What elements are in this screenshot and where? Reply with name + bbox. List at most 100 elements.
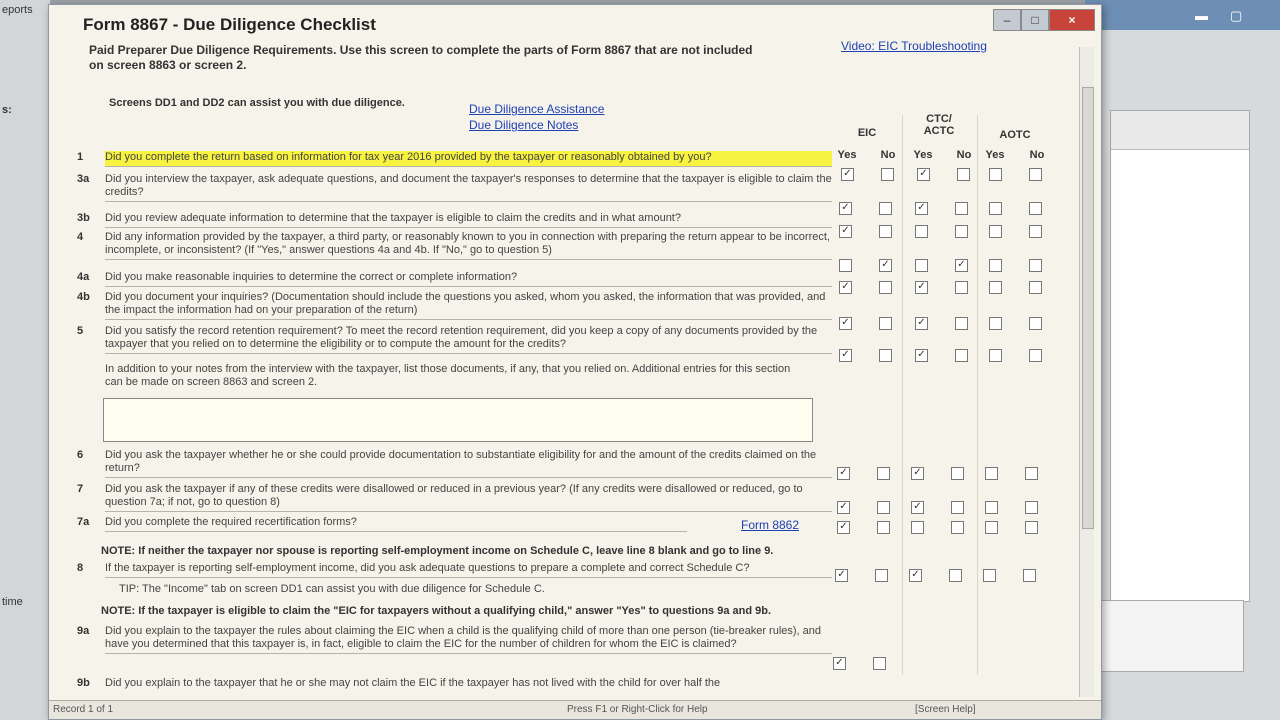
- maximize-icon[interactable]: ▢: [1230, 8, 1242, 24]
- q3b-eic-no-checkbox[interactable]: [879, 225, 892, 238]
- q5-aotc-no-checkbox[interactable]: [1029, 349, 1042, 362]
- question-text: Did you ask the taxpayer whether he or s…: [105, 449, 832, 478]
- q3a-aotc-no-checkbox[interactable]: [1029, 202, 1042, 215]
- q7a-ctc-yes-checkbox[interactable]: [911, 521, 924, 534]
- q7a-aotc-yes-checkbox[interactable]: [985, 521, 998, 534]
- q4b-ctc-no-checkbox[interactable]: [955, 317, 968, 330]
- q7a-eic-yes-checkbox[interactable]: [837, 521, 850, 534]
- screen-help-button[interactable]: [Screen Help]: [915, 704, 976, 715]
- q7a-eic-no-checkbox[interactable]: [877, 521, 890, 534]
- video-eic-link[interactable]: Video: EIC Troubleshooting: [841, 39, 987, 53]
- q7a-aotc-no-checkbox[interactable]: [1025, 521, 1038, 534]
- q7-eic-no-checkbox[interactable]: [877, 501, 890, 514]
- q3a-ctc-no-checkbox[interactable]: [955, 202, 968, 215]
- q3b-ctc-no-checkbox[interactable]: [955, 225, 968, 238]
- q1-eic-yes-checkbox[interactable]: [841, 168, 854, 181]
- vertical-scrollbar[interactable]: [1079, 47, 1094, 697]
- q5-eic-no-checkbox[interactable]: [879, 349, 892, 362]
- tip-line-8: TIP: The "Income" tab on screen DD1 can …: [119, 583, 545, 595]
- q4a-aotc-yes-checkbox[interactable]: [989, 281, 1002, 294]
- q1-aotc-no-checkbox[interactable]: [1029, 168, 1042, 181]
- q6-aotc-yes-checkbox[interactable]: [985, 467, 998, 480]
- q6-eic-yes-checkbox[interactable]: [837, 467, 850, 480]
- question-number: 9a: [77, 625, 90, 637]
- q3b-eic-yes-checkbox[interactable]: [839, 225, 852, 238]
- q7a-ctc-no-checkbox[interactable]: [951, 521, 964, 534]
- q4-ctc-no-checkbox[interactable]: [955, 259, 968, 272]
- question-row-4b: 4b Did you document your inquiries? (Doc…: [77, 291, 832, 320]
- q8-ctc-no-checkbox[interactable]: [949, 569, 962, 582]
- q1-eic-no-checkbox[interactable]: [881, 168, 894, 181]
- q6-ctc-yes-checkbox[interactable]: [911, 467, 924, 480]
- due-diligence-assistance-link[interactable]: Due Diligence Assistance: [469, 102, 604, 116]
- minimize-icon[interactable]: ▬: [1195, 8, 1208, 23]
- q9a-eic-no-checkbox[interactable]: [873, 657, 886, 670]
- q7-ctc-yes-checkbox[interactable]: [911, 501, 924, 514]
- q7-ctc-no-checkbox[interactable]: [951, 501, 964, 514]
- question-text: Did any information provided by the taxp…: [105, 231, 832, 260]
- q4a-eic-no-checkbox[interactable]: [879, 281, 892, 294]
- q4b-aotc-no-checkbox[interactable]: [1029, 317, 1042, 330]
- question-number: 3b: [77, 212, 90, 224]
- documents-relied-on-input[interactable]: [103, 398, 813, 442]
- minimize-button[interactable]: –: [993, 9, 1021, 31]
- question-number: 7: [77, 483, 84, 495]
- q6-aotc-no-checkbox[interactable]: [1025, 467, 1038, 480]
- q8-eic-no-checkbox[interactable]: [875, 569, 888, 582]
- q7-aotc-yes-checkbox[interactable]: [985, 501, 998, 514]
- q3a-eic-yes-checkbox[interactable]: [839, 202, 852, 215]
- maximize-button[interactable]: □: [1021, 9, 1049, 31]
- q9a-eic-yes-checkbox[interactable]: [833, 657, 846, 670]
- q4a-ctc-yes-checkbox[interactable]: [915, 281, 928, 294]
- q6-eic-no-checkbox[interactable]: [877, 467, 890, 480]
- q3b-ctc-yes-checkbox[interactable]: [915, 225, 928, 238]
- q1-aotc-yes-checkbox[interactable]: [989, 168, 1002, 181]
- question-number: 4a: [77, 271, 90, 283]
- q4-eic-yes-checkbox[interactable]: [839, 259, 852, 272]
- close-button[interactable]: ×: [1049, 9, 1095, 31]
- q3a-eic-no-checkbox[interactable]: [879, 202, 892, 215]
- q1-ctc-yes-checkbox[interactable]: [917, 168, 930, 181]
- background-text: s:: [2, 104, 12, 116]
- q8-ctc-yes-checkbox[interactable]: [909, 569, 922, 582]
- q4-aotc-yes-checkbox[interactable]: [989, 259, 1002, 272]
- maximize-icon: □: [1031, 13, 1039, 27]
- q5-ctc-yes-checkbox[interactable]: [915, 349, 928, 362]
- q1-ctc-no-checkbox[interactable]: [957, 168, 970, 181]
- q4-eic-no-checkbox[interactable]: [879, 259, 892, 272]
- q4b-aotc-yes-checkbox[interactable]: [989, 317, 1002, 330]
- q4a-ctc-no-checkbox[interactable]: [955, 281, 968, 294]
- column-aotc: AOTC: [999, 129, 1031, 141]
- q5-eic-yes-checkbox[interactable]: [839, 349, 852, 362]
- q3b-aotc-no-checkbox[interactable]: [1029, 225, 1042, 238]
- q4-ctc-yes-checkbox[interactable]: [915, 259, 928, 272]
- q4a-aotc-no-checkbox[interactable]: [1029, 281, 1042, 294]
- q5-ctc-no-checkbox[interactable]: [955, 349, 968, 362]
- due-diligence-notes-link[interactable]: Due Diligence Notes: [469, 118, 578, 132]
- title-bar[interactable]: Form 8867 - Due Diligence Checklist – □ …: [49, 5, 1101, 35]
- question-row-9b: 9b Did you explain to the taxpayer that …: [77, 677, 832, 691]
- question-number: 7a: [77, 516, 90, 528]
- q8-aotc-yes-checkbox[interactable]: [983, 569, 996, 582]
- record-counter: Record 1 of 1: [53, 704, 114, 715]
- question-number: 3a: [77, 173, 90, 185]
- q3b-aotc-yes-checkbox[interactable]: [989, 225, 1002, 238]
- q5-aotc-yes-checkbox[interactable]: [989, 349, 1002, 362]
- q4b-eic-no-checkbox[interactable]: [879, 317, 892, 330]
- question-row-8: 8 If the taxpayer is reporting self-empl…: [77, 562, 832, 578]
- background-footer-panel: [1092, 600, 1244, 672]
- q4b-eic-yes-checkbox[interactable]: [839, 317, 852, 330]
- q4b-ctc-yes-checkbox[interactable]: [915, 317, 928, 330]
- q3a-aotc-yes-checkbox[interactable]: [989, 202, 1002, 215]
- q4a-eic-yes-checkbox[interactable]: [839, 281, 852, 294]
- form-8862-link[interactable]: Form 8862: [741, 518, 799, 532]
- q7-eic-yes-checkbox[interactable]: [837, 501, 850, 514]
- q7-aotc-no-checkbox[interactable]: [1025, 501, 1038, 514]
- q8-eic-yes-checkbox[interactable]: [835, 569, 848, 582]
- scrollbar-thumb[interactable]: [1082, 87, 1094, 529]
- q6-ctc-no-checkbox[interactable]: [951, 467, 964, 480]
- q8-aotc-no-checkbox[interactable]: [1023, 569, 1036, 582]
- question-text: Did you complete the required recertific…: [105, 516, 687, 532]
- q3a-ctc-yes-checkbox[interactable]: [915, 202, 928, 215]
- q4-aotc-no-checkbox[interactable]: [1029, 259, 1042, 272]
